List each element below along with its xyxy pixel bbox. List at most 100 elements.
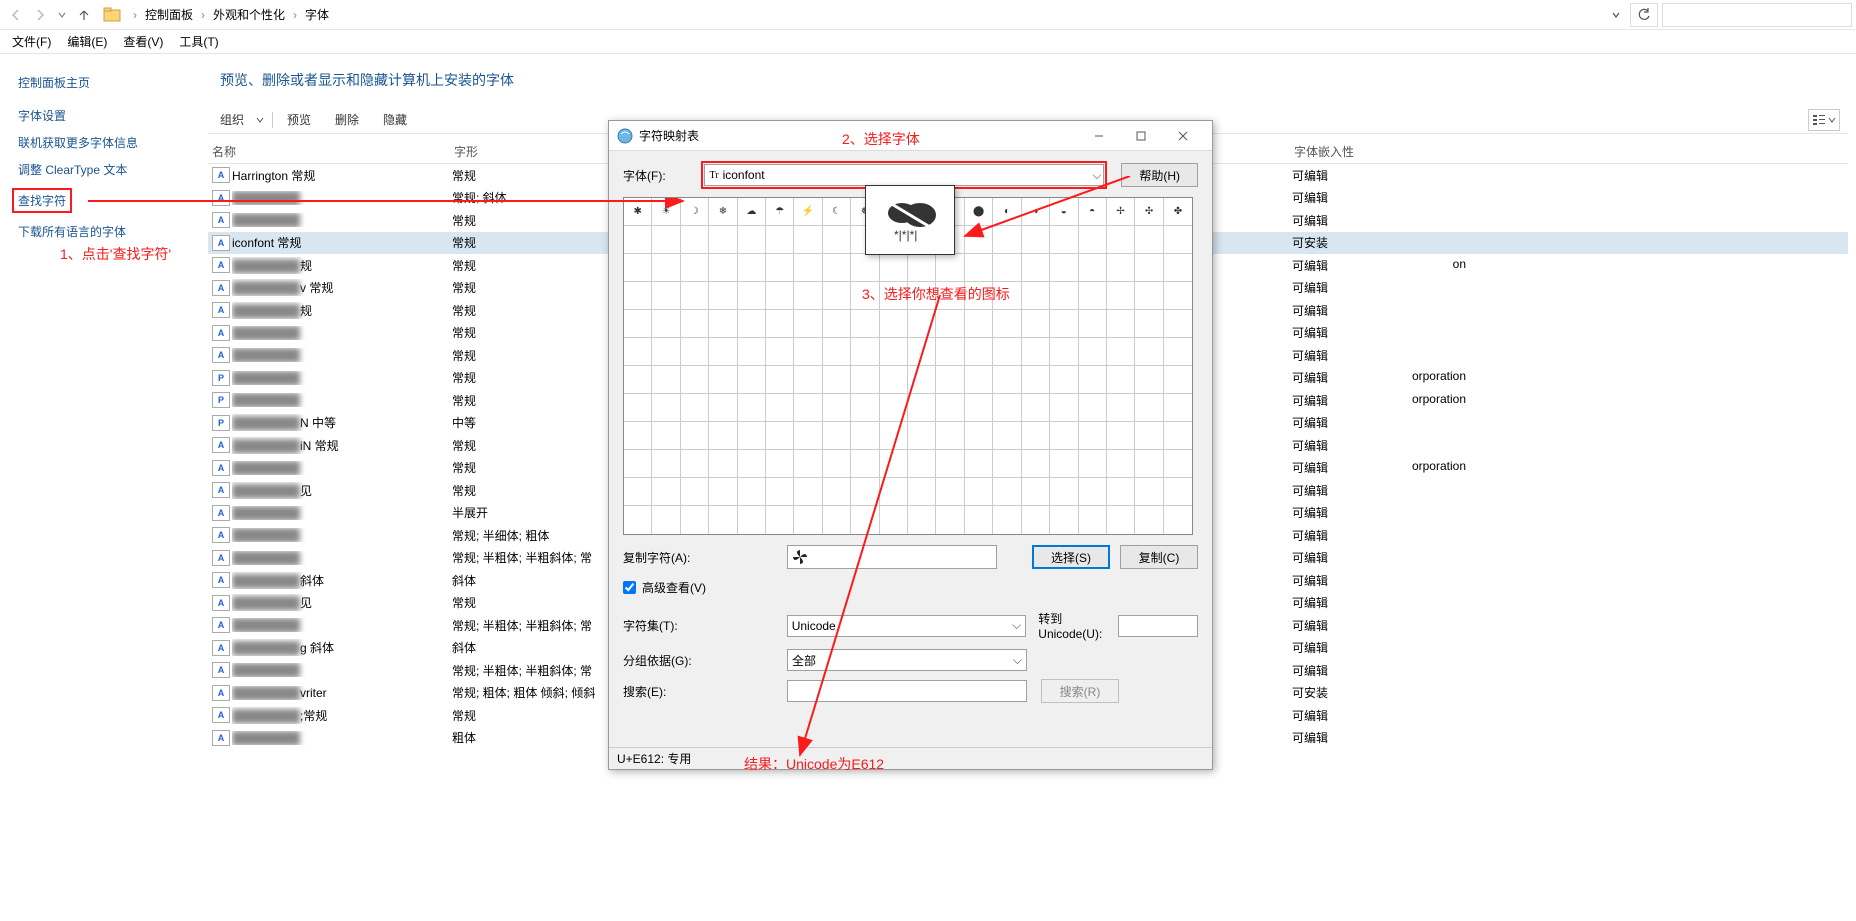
grid-cell[interactable] — [823, 450, 851, 478]
menu-tools[interactable]: 工具(T) — [171, 33, 226, 50]
select-button[interactable]: 选择(S) — [1032, 545, 1110, 569]
search-field[interactable] — [787, 680, 1027, 702]
sidebar-font-settings[interactable]: 字体设置 — [18, 107, 192, 124]
grid-cell[interactable] — [993, 450, 1021, 478]
grid-cell[interactable] — [851, 254, 879, 282]
copy-field[interactable] — [787, 545, 997, 569]
font-select[interactable]: Tr iconfont ⌵ — [704, 164, 1104, 186]
grid-cell[interactable] — [965, 226, 993, 254]
grid-cell[interactable] — [1164, 450, 1192, 478]
titlebar[interactable]: 字符映射表 — [609, 121, 1212, 151]
grid-cell[interactable] — [709, 450, 737, 478]
grid-cell[interactable] — [1022, 310, 1050, 338]
grid-cell[interactable]: ✱ — [624, 198, 652, 226]
grid-cell[interactable] — [1135, 254, 1163, 282]
grid-cell[interactable] — [1022, 450, 1050, 478]
address-dropdown[interactable] — [1606, 3, 1626, 27]
grid-cell[interactable] — [1050, 478, 1078, 506]
grid-cell[interactable] — [794, 366, 822, 394]
grid-cell[interactable] — [908, 394, 936, 422]
grid-cell[interactable] — [738, 478, 766, 506]
grid-cell[interactable] — [908, 338, 936, 366]
grid-cell[interactable] — [709, 478, 737, 506]
grid-cell[interactable] — [652, 310, 680, 338]
forward-button[interactable] — [28, 3, 52, 27]
grid-cell[interactable] — [993, 366, 1021, 394]
grid-cell[interactable] — [936, 506, 964, 534]
grid-cell[interactable] — [823, 282, 851, 310]
toolbar-delete[interactable]: 删除 — [323, 111, 371, 128]
grid-cell[interactable] — [936, 338, 964, 366]
grid-cell[interactable] — [880, 338, 908, 366]
grid-cell[interactable] — [794, 338, 822, 366]
grid-cell[interactable] — [624, 226, 652, 254]
grid-cell[interactable]: ☾ — [823, 198, 851, 226]
grid-cell[interactable] — [908, 478, 936, 506]
grid-cell[interactable] — [794, 226, 822, 254]
grid-cell[interactable] — [851, 506, 879, 534]
sidebar-online-fonts[interactable]: 联机获取更多字体信息 — [18, 134, 192, 151]
grid-cell[interactable] — [681, 422, 709, 450]
grid-cell[interactable] — [1022, 226, 1050, 254]
grid-cell[interactable] — [766, 450, 794, 478]
grid-cell[interactable] — [709, 338, 737, 366]
grid-cell[interactable] — [936, 478, 964, 506]
grid-cell[interactable] — [1050, 254, 1078, 282]
grid-cell[interactable] — [823, 310, 851, 338]
grid-cell[interactable] — [1107, 450, 1135, 478]
grid-cell[interactable] — [1164, 366, 1192, 394]
grid-cell[interactable] — [1164, 422, 1192, 450]
grid-cell[interactable] — [652, 282, 680, 310]
grid-cell[interactable] — [681, 254, 709, 282]
grid-cell[interactable] — [709, 366, 737, 394]
grid-cell[interactable] — [624, 422, 652, 450]
grid-cell[interactable] — [624, 394, 652, 422]
grid-cell[interactable] — [794, 450, 822, 478]
toolbar-organize[interactable]: 组织 — [208, 111, 256, 128]
grid-cell[interactable] — [1050, 450, 1078, 478]
grid-cell[interactable] — [794, 394, 822, 422]
grid-cell[interactable] — [965, 282, 993, 310]
grid-cell[interactable] — [652, 254, 680, 282]
grid-cell[interactable] — [1050, 506, 1078, 534]
grid-cell[interactable] — [1022, 422, 1050, 450]
grid-cell[interactable] — [965, 310, 993, 338]
charset-select[interactable]: Unicode ⌵ — [787, 615, 1027, 637]
grid-cell[interactable] — [681, 310, 709, 338]
up-button[interactable] — [72, 3, 96, 27]
grid-cell[interactable] — [738, 254, 766, 282]
grid-cell[interactable] — [851, 450, 879, 478]
grid-cell[interactable] — [880, 422, 908, 450]
grid-cell[interactable] — [965, 506, 993, 534]
grid-cell[interactable]: ◓ — [1079, 198, 1107, 226]
grid-cell[interactable] — [908, 366, 936, 394]
grid-cell[interactable] — [880, 450, 908, 478]
back-button[interactable] — [4, 3, 28, 27]
grid-cell[interactable]: ◒ — [1050, 198, 1078, 226]
grid-cell[interactable] — [1079, 338, 1107, 366]
grid-cell[interactable] — [766, 226, 794, 254]
grid-cell[interactable] — [766, 338, 794, 366]
grid-cell[interactable] — [1079, 282, 1107, 310]
grid-cell[interactable] — [1164, 338, 1192, 366]
grid-cell[interactable] — [851, 338, 879, 366]
grid-cell[interactable] — [1135, 478, 1163, 506]
grid-cell[interactable] — [1164, 478, 1192, 506]
menu-edit[interactable]: 编辑(E) — [59, 33, 115, 50]
search-input[interactable] — [1662, 3, 1852, 27]
grid-cell[interactable] — [965, 478, 993, 506]
grid-cell[interactable] — [936, 450, 964, 478]
sidebar-find-char[interactable]: 查找字符 — [12, 188, 72, 213]
grid-cell[interactable] — [709, 422, 737, 450]
grid-cell[interactable] — [936, 366, 964, 394]
grid-cell[interactable] — [993, 226, 1021, 254]
grid-cell[interactable] — [1079, 422, 1107, 450]
grid-cell[interactable] — [880, 282, 908, 310]
grid-cell[interactable] — [624, 478, 652, 506]
grid-cell[interactable] — [766, 282, 794, 310]
grid-cell[interactable] — [880, 366, 908, 394]
grid-cell[interactable] — [993, 394, 1021, 422]
col-name[interactable]: 名称 — [208, 143, 454, 160]
grid-cell[interactable] — [766, 478, 794, 506]
grid-cell[interactable] — [993, 478, 1021, 506]
